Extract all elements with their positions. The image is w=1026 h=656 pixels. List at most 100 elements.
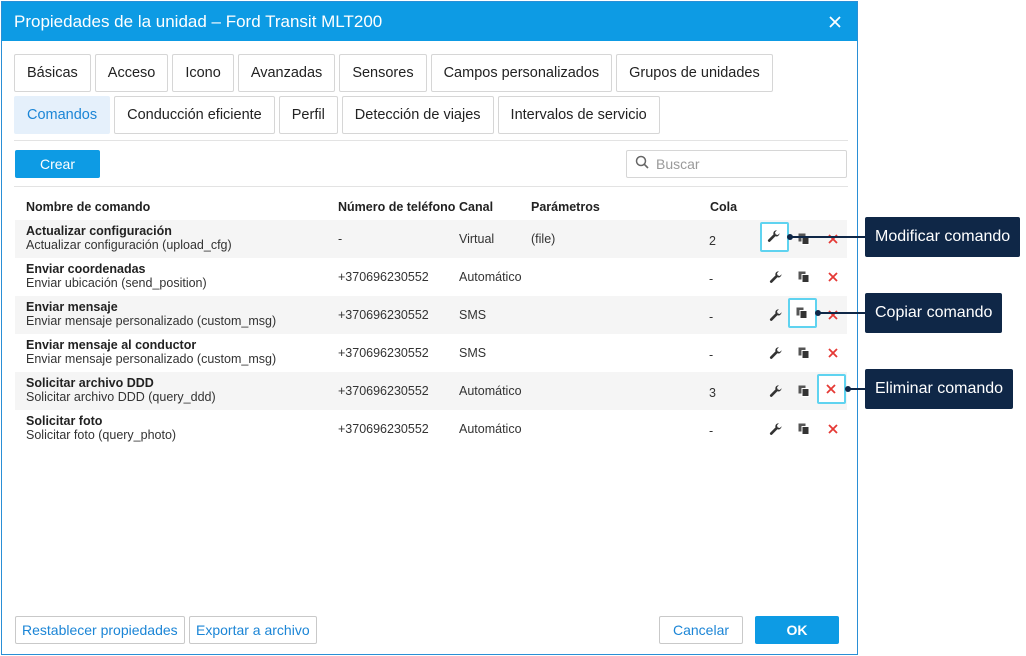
cancel-button[interactable]: Cancelar — [659, 616, 743, 644]
command-name-cell: Solicitar foto Solicitar foto (query_phot… — [26, 414, 176, 442]
header-phone: Número de teléfono — [338, 200, 456, 214]
tab-icono[interactable]: Icono — [172, 54, 234, 92]
command-name-cell: Solicitar archivo DDD Solicitar archivo D… — [26, 376, 216, 404]
channel: SMS — [459, 346, 487, 360]
tab-row-1: Básicas Acceso Icono Avanzadas Sensores … — [14, 54, 773, 92]
callout-leader-edit — [790, 236, 865, 238]
header-name: Nombre de comando — [26, 200, 151, 214]
tab-basicas[interactable]: Básicas — [14, 54, 91, 92]
copy-icon[interactable] — [795, 306, 809, 325]
copy-icon[interactable] — [794, 267, 814, 287]
channel: Virtual — [459, 232, 495, 246]
copy-icon[interactable] — [794, 343, 814, 363]
wrench-icon[interactable] — [767, 229, 781, 248]
dialog-title: Propiedades de la unidad – Ford Transit … — [14, 11, 383, 31]
command-name-cell: Enviar mensaje al conductor Enviar mensaj… — [26, 338, 276, 366]
tab-intervalos-de-servicio[interactable]: Intervalos de servicio — [497, 96, 660, 134]
queue-count: - — [709, 424, 714, 438]
delete-icon[interactable] — [823, 419, 843, 439]
header-channel: Canal — [459, 200, 494, 214]
phone-number: +370696230552 — [338, 270, 429, 284]
tab-perfil[interactable]: Perfil — [278, 96, 338, 134]
table-row[interactable]: Enviar mensaje Enviar mensaje personaliza… — [15, 296, 847, 334]
callout-leader-copy — [818, 312, 865, 314]
command-name-cell: Actualizar configuración Actualizar confi… — [26, 224, 232, 252]
queue-count: - — [709, 310, 714, 324]
wrench-icon[interactable] — [766, 381, 786, 401]
wrench-icon[interactable] — [766, 267, 786, 287]
command-name: Solicitar foto — [26, 414, 103, 428]
tab-conduccion-eficiente[interactable]: Conducción eficiente — [114, 96, 275, 134]
tabs-divider — [14, 140, 848, 141]
queue-count: - — [709, 348, 714, 362]
create-button[interactable]: Crear — [15, 150, 100, 178]
table-row[interactable]: Enviar coordenadas Enviar ubicación (send… — [15, 258, 847, 296]
command-name: Actualizar configuración — [26, 224, 172, 238]
channel: SMS — [459, 308, 487, 322]
wrench-icon[interactable] — [766, 419, 786, 439]
command-description: Solicitar foto (query_photo) — [26, 428, 177, 442]
command-name: Enviar coordenadas — [26, 262, 146, 276]
table-row[interactable]: Enviar mensaje al conductor Enviar mensaj… — [15, 334, 847, 372]
table-row[interactable]: Solicitar archivo DDD Solicitar archivo D… — [15, 372, 847, 410]
callout-delete-command: Eliminar comando — [865, 369, 1014, 409]
channel: Automático — [459, 384, 522, 398]
table-header: Nombre de comando Número de teléfono Can… — [15, 195, 847, 220]
search-box[interactable] — [626, 150, 847, 178]
callout-edit-command: Modificar comando — [865, 217, 1021, 257]
tab-sensores[interactable]: Sensores — [339, 54, 427, 92]
delete-icon[interactable] — [823, 267, 843, 287]
wrench-icon[interactable] — [766, 305, 786, 325]
header-queue: Cola — [710, 200, 738, 214]
ok-button[interactable]: OK — [755, 616, 839, 644]
channel: Automático — [459, 422, 522, 436]
tab-grupos-de-unidades[interactable]: Grupos de unidades — [616, 54, 773, 92]
dialog-titlebar: Propiedades de la unidad – Ford Transit … — [2, 2, 857, 41]
copy-icon[interactable] — [794, 381, 814, 401]
command-name-cell: Enviar mensaje Enviar mensaje personaliza… — [26, 300, 276, 328]
command-name: Enviar mensaje al conductor — [26, 338, 197, 352]
header-params: Parámetros — [531, 200, 600, 214]
callout-copy-command: Copiar comando — [865, 293, 1003, 333]
command-description: Enviar mensaje personalizado (custom_msg… — [26, 314, 277, 328]
copy-icon[interactable] — [794, 419, 814, 439]
phone-number: - — [338, 232, 343, 246]
toolbar-divider — [14, 186, 848, 187]
table-row[interactable]: Actualizar configuración Actualizar confi… — [15, 220, 847, 258]
delete-icon[interactable] — [823, 229, 843, 249]
tab-acceso[interactable]: Acceso — [94, 54, 169, 92]
search-input[interactable] — [656, 156, 838, 172]
tab-avanzadas[interactable]: Avanzadas — [237, 54, 336, 92]
phone-number: +370696230552 — [338, 346, 429, 360]
wrench-icon[interactable] — [766, 343, 786, 363]
parameters: (file) — [531, 232, 556, 246]
search-icon — [635, 155, 649, 174]
channel: Automático — [459, 270, 522, 284]
queue-count: 2 — [709, 234, 716, 248]
reset-properties-button[interactable]: Restablecer propiedades — [15, 616, 185, 644]
table-row[interactable]: Solicitar foto Solicitar foto (query_phot… — [15, 410, 847, 448]
delete-icon[interactable] — [824, 382, 838, 401]
command-name: Enviar mensaje — [26, 300, 118, 314]
command-name-cell: Enviar coordenadas Enviar ubicación (send… — [26, 262, 207, 290]
delete-icon[interactable] — [823, 305, 843, 325]
phone-number: +370696230552 — [338, 384, 429, 398]
callout-leader-delete — [848, 388, 865, 390]
delete-icon[interactable] — [823, 343, 843, 363]
tab-campos-personalizados[interactable]: Campos personalizados — [430, 54, 613, 92]
tab-comandos[interactable]: Comandos — [14, 96, 111, 134]
export-to-file-button[interactable]: Exportar a archivo — [189, 616, 317, 644]
tab-deteccion-de-viajes[interactable]: Detección de viajes — [341, 96, 494, 134]
queue-count: - — [709, 272, 714, 286]
unit-properties-dialog: Propiedades de la unidad – Ford Transit … — [1, 1, 858, 655]
close-icon[interactable] — [825, 12, 845, 32]
copy-icon[interactable] — [794, 229, 814, 249]
queue-count: 3 — [709, 386, 716, 400]
phone-number: +370696230552 — [338, 308, 429, 322]
command-description: Enviar mensaje personalizado (custom_msg… — [26, 352, 277, 366]
command-name: Solicitar archivo DDD — [26, 376, 154, 390]
tab-row-2: Comandos Conducción eficiente Perfil Det… — [14, 96, 660, 134]
phone-number: +370696230552 — [338, 422, 429, 436]
command-description: Solicitar archivo DDD (query_ddd) — [26, 390, 216, 404]
command-description: Actualizar configuración (upload_cfg) — [26, 238, 232, 252]
